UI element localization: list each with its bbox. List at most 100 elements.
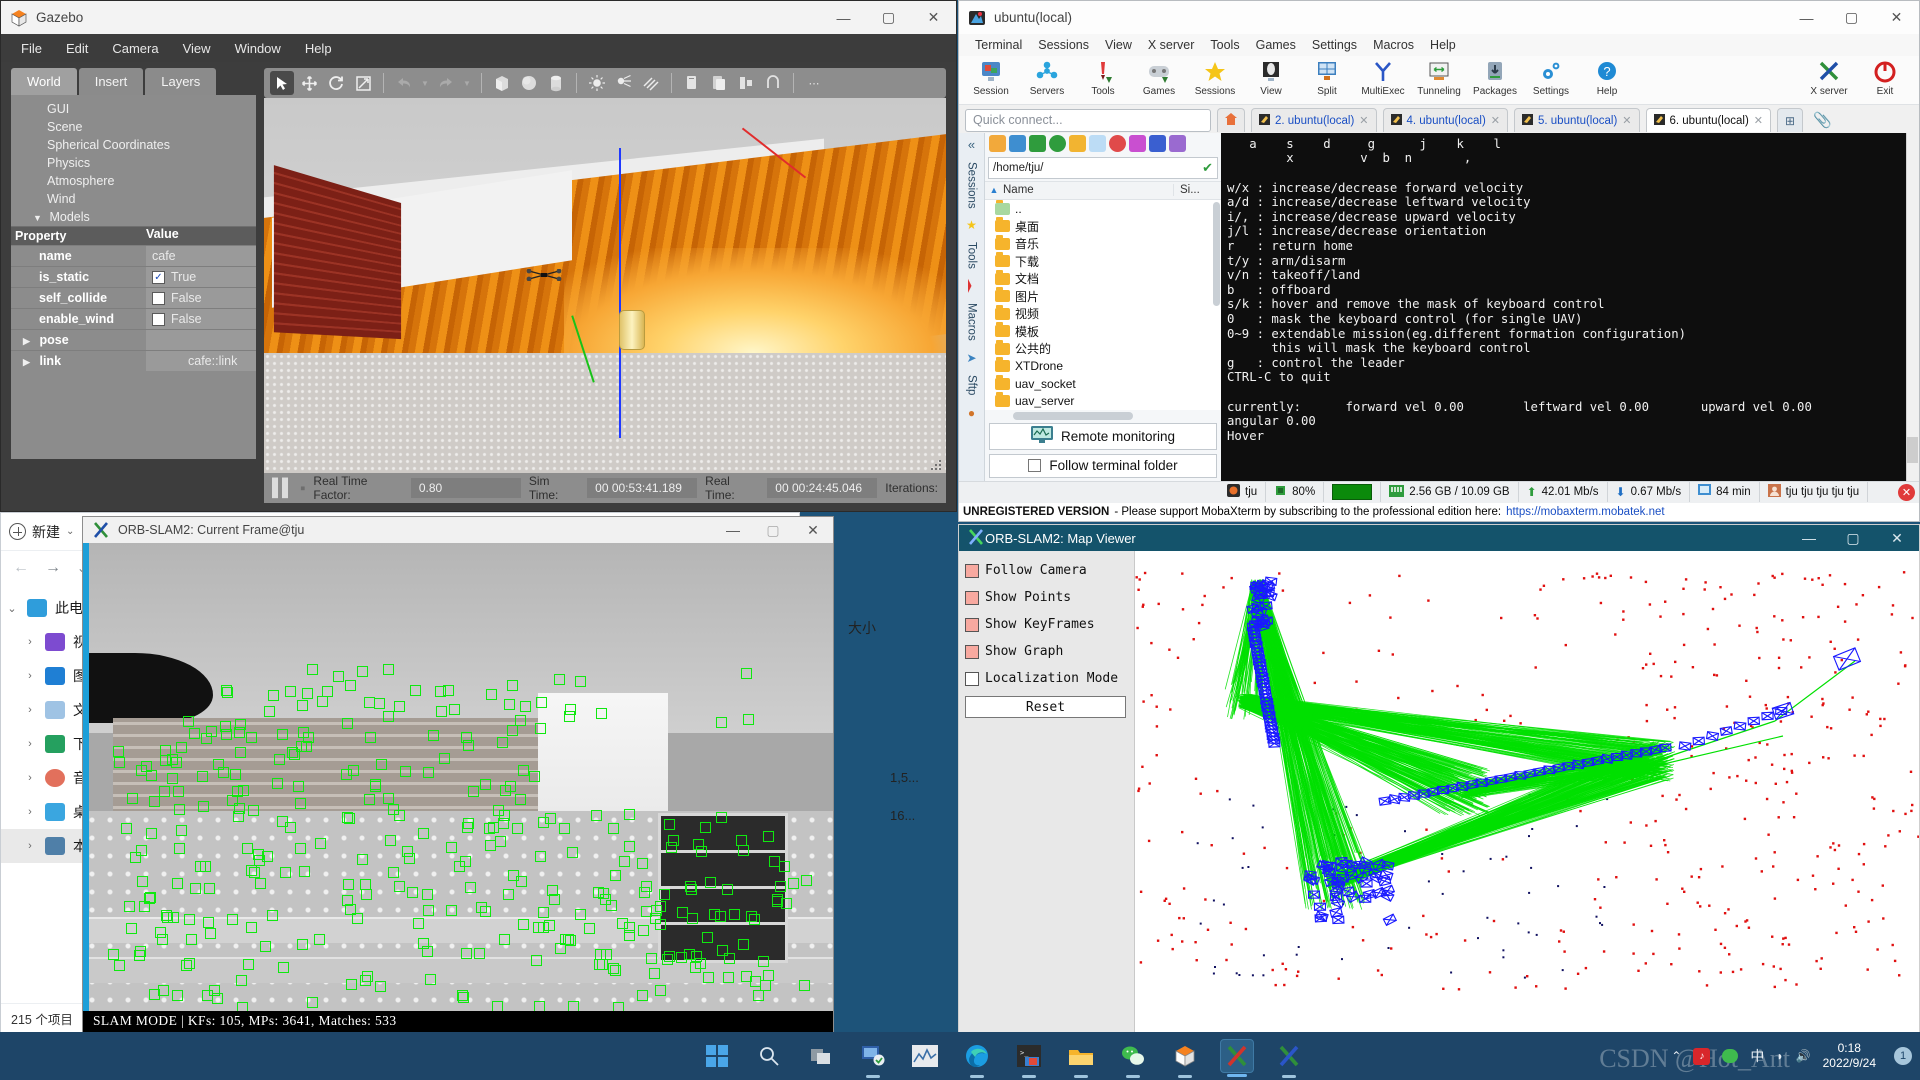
ribbon-tools[interactable]: Tools (1075, 58, 1131, 97)
ribbon-view[interactable]: View (1243, 58, 1299, 97)
sftp-row[interactable]: 图片 (985, 287, 1221, 305)
close-tab-icon[interactable]: ✕ (1622, 114, 1631, 127)
world-item-gui[interactable]: GUI (11, 100, 256, 118)
menu-window[interactable]: Window (223, 37, 293, 60)
check-circle-icon[interactable]: ✔ (1202, 160, 1213, 176)
orb-mv-title-bar[interactable]: ORB-SLAM2: Map Viewer — ▢ ✕ (959, 525, 1919, 551)
tab-session-5[interactable]: 5. ubuntu(local) ✕ (1514, 108, 1640, 133)
spot-light-icon[interactable] (612, 71, 636, 95)
start-button[interactable] (700, 1039, 734, 1073)
upload-alt-icon[interactable] (1029, 135, 1046, 153)
box-icon[interactable] (490, 71, 514, 95)
maximize-button[interactable]: ▢ (866, 1, 911, 34)
control-show-graph[interactable]: Show Graph (965, 638, 1126, 665)
ribbon-session[interactable]: Session (963, 58, 1019, 97)
tab-insert[interactable]: Insert (78, 68, 144, 95)
taskbar-wechat[interactable] (1116, 1039, 1150, 1073)
sftp-row-parent[interactable]: .. (985, 199, 1221, 218)
control-follow-camera[interactable]: Follow Camera (965, 557, 1126, 584)
copy-icon[interactable] (680, 71, 704, 95)
orb-mv-map-canvas[interactable] (1135, 551, 1919, 1033)
control-show-points[interactable]: Show Points (965, 584, 1126, 611)
font-icon[interactable] (1129, 135, 1146, 153)
sftp-row[interactable]: 下载 (985, 252, 1221, 270)
netease-music-icon[interactable]: ♪ (1693, 1047, 1711, 1065)
undo-icon[interactable] (392, 71, 416, 95)
self-collide-checkbox[interactable] (152, 291, 165, 305)
menu-camera[interactable]: Camera (100, 37, 170, 60)
terminal-scrollbar[interactable] (1906, 132, 1919, 481)
close-button[interactable]: ✕ (1874, 1, 1919, 34)
gazebo-title-bar[interactable]: Gazebo — ▢ ✕ (1, 1, 956, 34)
rotate-icon[interactable] (324, 71, 348, 95)
ribbon-servers[interactable]: Servers (1019, 58, 1075, 97)
close-button[interactable]: ✕ (1875, 525, 1919, 551)
menu-macros[interactable]: Macros (1365, 36, 1422, 54)
directional-light-icon[interactable] (639, 71, 663, 95)
pause-icon[interactable]: ▌▌ (272, 478, 294, 498)
orb-cf-title-bar[interactable]: ORB-SLAM2: Current Frame@tju — ▢ ✕ (83, 517, 833, 543)
sftp-row[interactable]: 音乐 (985, 234, 1221, 253)
chevron-right-icon[interactable]: › (23, 772, 37, 784)
triangle-right-icon[interactable]: ▶ (23, 357, 36, 368)
chevron-right-icon[interactable]: › (23, 670, 37, 682)
close-tab-icon[interactable]: ✕ (1491, 114, 1500, 127)
resize-grip-icon[interactable] (930, 458, 942, 470)
menu-settings[interactable]: Settings (1304, 36, 1365, 54)
refresh-icon[interactable] (1049, 135, 1066, 153)
maximize-button[interactable]: ▢ (1829, 1, 1874, 34)
follow-terminal-folder-row[interactable]: Follow terminal folder (989, 453, 1217, 478)
align-icon[interactable] (734, 71, 758, 95)
column-icon[interactable] (1149, 135, 1166, 153)
collapse-left-icon[interactable]: « (968, 137, 975, 152)
control-show-keyframes[interactable]: Show KeyFrames (965, 611, 1126, 638)
undo-dropdown-icon[interactable]: ▼ (419, 71, 431, 95)
menu-edit[interactable]: Edit (54, 37, 100, 60)
terminal-scroll-thumb[interactable] (1907, 436, 1918, 463)
taskbar-explorer[interactable] (1064, 1039, 1098, 1073)
localization-mode-checkbox[interactable] (965, 671, 979, 686)
show-points-checkbox[interactable] (965, 590, 979, 605)
world-item-models[interactable]: ▼ Models (11, 208, 256, 226)
minimize-button[interactable]: — (1787, 525, 1831, 551)
property-row-pose[interactable]: ▶ pose (11, 329, 256, 350)
taskbar-remote-desktop[interactable] (856, 1039, 890, 1073)
mobaxterm-window[interactable]: ubuntu(local) — ▢ ✕ Terminal Sessions Vi… (958, 0, 1920, 522)
notification-icon[interactable]: 1 (1894, 1047, 1912, 1065)
delete-icon[interactable] (1109, 135, 1126, 153)
chevron-expanded-icon[interactable]: ⌄ (5, 602, 19, 615)
sftp-row[interactable]: 视频 (985, 304, 1221, 323)
wechat-tray-icon[interactable] (1722, 1049, 1739, 1063)
tab-layers[interactable]: Layers (145, 68, 217, 95)
task-view[interactable] (804, 1039, 838, 1073)
close-tab-icon[interactable]: ✕ (1754, 114, 1763, 127)
is-static-checkbox[interactable]: ✓ (152, 270, 165, 284)
snap-icon[interactable] (761, 71, 785, 95)
translate-icon[interactable] (297, 71, 321, 95)
property-row-enable-wind[interactable]: enable_wind False (11, 308, 256, 329)
menu-file[interactable]: File (9, 37, 54, 60)
chevron-right-icon[interactable]: › (23, 704, 37, 716)
ime-icon[interactable]: 中 (1750, 1046, 1764, 1066)
ribbon-x-server[interactable]: X server (1801, 58, 1857, 97)
maximize-button[interactable]: ▢ (753, 517, 793, 543)
taskbar-monitor[interactable] (908, 1039, 942, 1073)
rail-tab-macros[interactable]: Macros (966, 299, 978, 345)
sftp-col-size[interactable]: Si... (1173, 184, 1200, 197)
paperclip-icon[interactable]: 📎 (1813, 111, 1832, 129)
select-arrow-icon[interactable] (270, 71, 294, 95)
minimize-button[interactable]: — (1784, 1, 1829, 34)
chevron-up-icon[interactable]: ⌃ (1671, 1049, 1681, 1063)
scene-cylinder-model[interactable] (619, 310, 645, 350)
property-row-self-collide[interactable]: self_collide False (11, 287, 256, 308)
remote-monitoring-button[interactable]: Remote monitoring (989, 422, 1217, 450)
menu-terminal[interactable]: Terminal (967, 36, 1030, 54)
new-tab-button[interactable]: ⊞ (1777, 108, 1804, 133)
terminal-view[interactable]: a s d g j k l x v b n , w/x : increase/d… (1221, 132, 1919, 481)
chevron-right-icon[interactable]: › (23, 840, 37, 852)
scale-icon[interactable] (351, 71, 375, 95)
world-item-scene[interactable]: Scene (11, 118, 256, 136)
rail-tab-sftp[interactable]: Sftp (966, 371, 978, 399)
new-file-icon[interactable] (1089, 135, 1106, 153)
download-icon[interactable] (1009, 135, 1026, 153)
